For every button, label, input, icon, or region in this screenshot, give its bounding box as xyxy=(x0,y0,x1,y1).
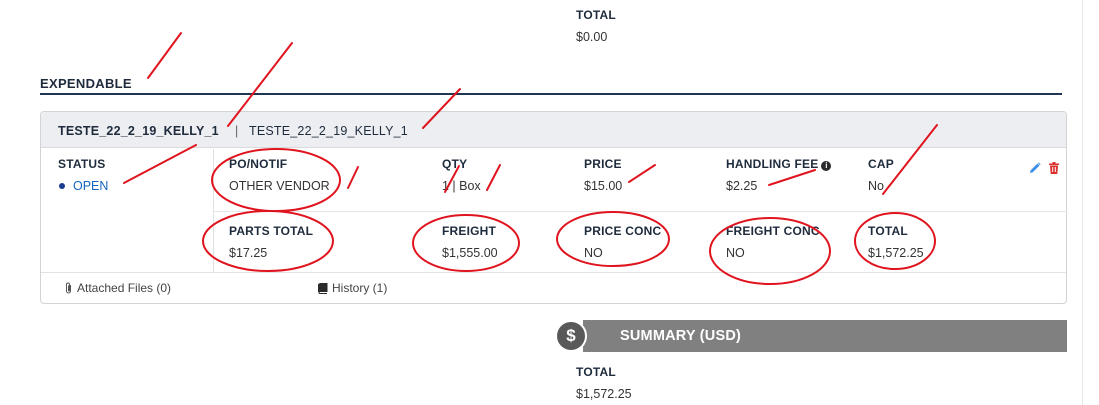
attached-files-label: Attached Files (0) xyxy=(77,281,172,295)
handling-fee-value: $2.25 xyxy=(726,179,758,193)
price-conc-field: PRICE CONC NO xyxy=(584,224,661,260)
po-notif-field: PO/NOTIF OTHER VENDOR xyxy=(229,157,330,193)
cap-value: No xyxy=(868,179,884,193)
po-notif-label: PO/NOTIF xyxy=(229,157,288,171)
freight-conc-label: FREIGHT CONC xyxy=(726,224,820,238)
freight-field: FREIGHT $1,555.00 xyxy=(442,224,498,260)
handling-fee-label: HANDLING FEE xyxy=(726,157,819,171)
qty-value: 1 | Box xyxy=(442,179,481,193)
freight-value: $1,555.00 xyxy=(442,246,498,260)
previous-total-label: TOTAL xyxy=(576,8,616,22)
paperclip-icon xyxy=(66,282,71,294)
expendable-card: TESTE_22_2_19_KELLY_1 | TESTE_22_2_19_KE… xyxy=(40,111,1067,304)
price-label: PRICE xyxy=(584,157,622,171)
row-divider xyxy=(213,211,1067,212)
status-text: OPEN xyxy=(73,179,109,193)
status-value: OPEN xyxy=(58,179,108,193)
status-label: STATUS xyxy=(58,157,106,171)
freight-conc-value: NO xyxy=(726,246,745,260)
card-header-secondary-name: TESTE_22_2_19_KELLY_1 xyxy=(249,124,408,138)
total-field: TOTAL $1,572.25 xyxy=(868,224,924,260)
pencil-icon[interactable] xyxy=(1029,162,1041,174)
freight-conc-field: FREIGHT CONC NO xyxy=(726,224,820,260)
parts-total-value: $17.25 xyxy=(229,246,268,260)
parts-total-field: PARTS TOTAL $17.25 xyxy=(229,224,313,260)
summary-total: TOTAL $1,572.25 xyxy=(576,365,632,401)
previous-section-total: TOTAL $0.00 xyxy=(576,8,616,44)
parts-total-label: PARTS TOTAL xyxy=(229,224,314,238)
info-icon[interactable]: i xyxy=(821,161,832,171)
trash-icon[interactable] xyxy=(1049,162,1059,174)
summary-total-value: $1,572.25 xyxy=(576,387,632,401)
card-header-separator: | xyxy=(235,124,239,138)
total-label: TOTAL xyxy=(868,224,908,238)
previous-total-value: $0.00 xyxy=(576,30,608,44)
footer-divider xyxy=(41,272,1066,273)
card-header-name: TESTE_22_2_19_KELLY_1 xyxy=(58,124,219,138)
page-right-border xyxy=(1082,0,1083,405)
freight-label: FREIGHT xyxy=(442,224,497,238)
card-header: TESTE_22_2_19_KELLY_1 | TESTE_22_2_19_KE… xyxy=(41,112,1066,148)
qty-label: QTY xyxy=(442,157,468,171)
price-conc-value: NO xyxy=(584,246,603,260)
status-dot-icon xyxy=(59,183,65,189)
price-conc-label: PRICE CONC xyxy=(584,224,662,238)
handling-fee-label-row: HANDLING FEE i xyxy=(726,157,832,171)
qty-field: QTY 1 | Box xyxy=(442,157,481,193)
po-notif-value: OTHER VENDOR xyxy=(229,179,330,193)
total-value: $1,572.25 xyxy=(868,246,924,260)
handling-fee-field: HANDLING FEE i $2.25 xyxy=(726,157,832,193)
cap-field: CAP No xyxy=(868,157,894,193)
attached-files-link[interactable]: Attached Files (0) xyxy=(64,281,171,295)
price-value: $15.00 xyxy=(584,179,623,193)
dollar-icon: $ xyxy=(555,320,587,352)
history-link[interactable]: History (1) xyxy=(317,281,387,295)
summary-total-label: TOTAL xyxy=(576,365,616,379)
annotation-slash-1 xyxy=(147,32,182,79)
history-label: History (1) xyxy=(332,281,388,295)
section-title-expendable: EXPENDABLE xyxy=(40,76,132,91)
section-divider xyxy=(40,93,1062,95)
summary-title: SUMMARY (USD) xyxy=(620,328,742,344)
book-icon xyxy=(318,282,328,294)
status-field: STATUS OPEN xyxy=(58,157,108,193)
cap-label: CAP xyxy=(868,157,894,171)
price-field: PRICE $15.00 xyxy=(584,157,622,193)
